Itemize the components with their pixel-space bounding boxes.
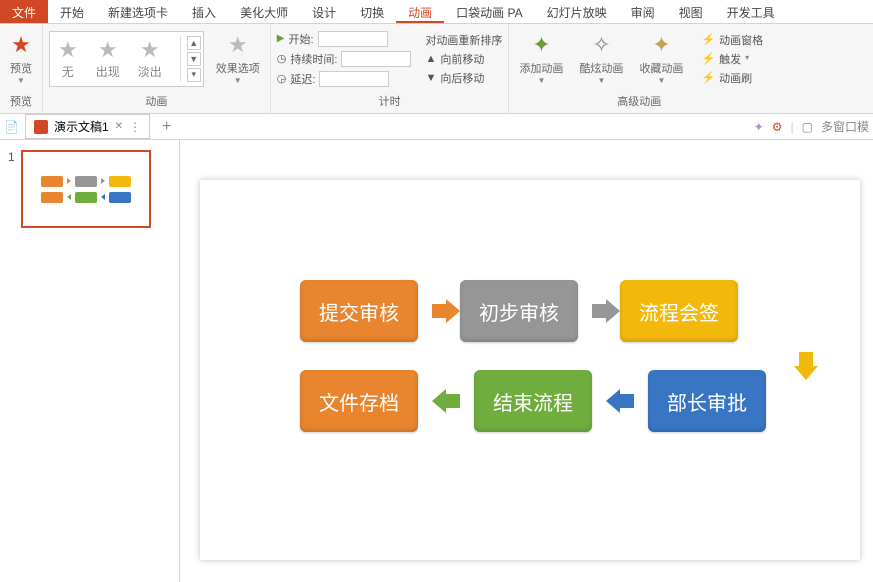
sparkle-icon: ✧ [592,32,610,58]
duration-input[interactable] [341,51,411,67]
arrow-left-icon [606,394,634,408]
slide[interactable]: 提交审核 初步审核 流程会签 文件存档 结束流程 部长审批 [200,180,860,560]
arrow-down-icon: ▼ [425,72,436,84]
slide-thumbnail[interactable] [21,150,151,228]
kebab-icon[interactable]: ⋮ [129,120,141,134]
tab-transition[interactable]: 切换 [348,0,396,23]
fav-animation-button[interactable]: ✦收藏动画▼ [635,30,687,87]
effect-options-button[interactable]: ★ 效果选项 ▼ [212,30,264,87]
star-icon: ★ [228,32,248,58]
animation-gallery[interactable]: ★无 ★出现 ★淡出 ▲▼▾ [49,31,204,87]
flowchart: 提交审核 初步审核 流程会签 文件存档 结束流程 部长审批 [300,280,766,450]
slides-panel[interactable]: 1 [0,140,180,582]
tab-animation[interactable]: 动画 [396,0,444,23]
group-animation-label: 动画 [49,91,264,113]
group-preview: ★ 预览 ▼ 预览 [0,24,43,113]
preview-label: 预览 [10,60,32,76]
tab-bar: 文件 开始 新建选项卡 插入 美化大师 设计 切换 动画 口袋动画 PA 幻灯片… [0,0,873,24]
ppt-icon [34,120,48,134]
anim-none[interactable]: ★无 [58,37,78,80]
group-animation: ★无 ★出现 ★淡出 ▲▼▾ ★ 效果选项 ▼ 动画 [43,24,271,113]
flow-box-prelim[interactable]: 初步审核 [460,280,578,342]
brush-icon: ⚡ [701,71,715,84]
chevron-down-icon: ▼ [17,76,25,85]
heart-icon: ✦ [652,32,670,58]
start-label: 开始: [288,31,313,47]
tab-file[interactable]: 文件 [0,0,48,23]
group-preview-label: 预览 [6,91,36,113]
tab-pocket[interactable]: 口袋动画 PA [444,0,534,23]
tab-review[interactable]: 审阅 [619,0,667,23]
group-timing: ▶开始: ◷持续时间: ◶延迟: 对动画重新排序 ▲向前移动 ▼向后移动 计时 [271,24,510,113]
flow-box-end[interactable]: 结束流程 [474,370,592,432]
animation-painter-button[interactable]: ⚡动画刷 [701,70,763,86]
ribbon: ★ 预览 ▼ 预览 ★无 ★出现 ★淡出 ▲▼▾ ★ 效果选项 ▼ 动画 [0,24,873,114]
start-select[interactable] [318,31,388,47]
duration-label: 持续时间: [290,51,337,67]
group-timing-label: 计时 [277,91,503,113]
wand-icon[interactable]: ✦ [754,120,764,134]
arrow-up-icon: ▲ [425,53,436,65]
cool-animation-button[interactable]: ✧酷炫动画▼ [575,30,627,87]
animation-pane-button[interactable]: ⚡动画窗格 [701,32,763,48]
tab-view[interactable]: 视图 [667,0,715,23]
app-icon: 📄 [4,120,19,134]
flow-box-submit[interactable]: 提交审核 [300,280,418,342]
tab-insert[interactable]: 插入 [180,0,228,23]
document-tab[interactable]: 演示文稿1 ✕ ⋮ [25,114,150,139]
delay-label: 延迟: [290,71,315,87]
reorder-title: 对动画重新排序 [425,32,502,48]
star-plus-icon: ✦ [532,32,550,58]
group-advanced-label: 高级动画 [515,91,763,113]
move-forward-button[interactable]: ▲向前移动 [425,51,502,67]
play-icon: ▶ [277,33,285,44]
gallery-scroll[interactable]: ▲▼▾ [180,36,201,82]
chevron-down-icon: ▼ [234,76,242,85]
canvas-area[interactable]: 提交审核 初步审核 流程会签 文件存档 结束流程 部长审批 [180,140,873,582]
arrow-down-icon [792,352,820,380]
flow-box-archive[interactable]: 文件存档 [300,370,418,432]
flow-box-countersign[interactable]: 流程会签 [620,280,738,342]
delay-input[interactable] [319,71,389,87]
flow-box-approve[interactable]: 部长审批 [648,370,766,432]
preview-button[interactable]: ★ 预览 ▼ [6,30,36,87]
multiwindow-label[interactable]: 多窗口模 [821,118,869,135]
tab-beautify[interactable]: 美化大师 [228,0,300,23]
add-animation-button[interactable]: ✦添加动画▼ [515,30,567,87]
move-backward-button[interactable]: ▼向后移动 [425,70,502,86]
workspace: 1 提交审核 初步审核 [0,140,873,582]
arrow-right-icon [592,304,606,318]
arrow-right-icon [432,304,446,318]
anim-appear[interactable]: ★出现 [96,37,120,80]
bolt-icon: ⚡ [701,52,715,65]
anim-fade[interactable]: ★淡出 [138,37,162,80]
document-bar: 📄 演示文稿1 ✕ ⋮ + ✦ ⚙ | ▢ 多窗口模 [0,114,873,140]
trigger-button[interactable]: ⚡触发▾ [701,51,763,67]
divider: | [791,120,794,134]
multiwindow-icon[interactable]: ▢ [802,120,813,134]
tab-devtools[interactable]: 开发工具 [715,0,787,23]
gear-icon[interactable]: ⚙ [772,120,783,134]
arrow-left-icon [432,394,460,408]
clock-icon: ◶ [277,72,287,85]
tab-home[interactable]: 开始 [48,0,96,23]
close-icon[interactable]: ✕ [115,121,123,132]
document-title: 演示文稿1 [54,118,109,135]
group-advanced: ✦添加动画▼ ✧酷炫动画▼ ✦收藏动画▼ ⚡动画窗格 ⚡触发▾ ⚡动画刷 高级动… [509,24,769,113]
bolt-icon: ⚡ [701,33,715,46]
new-tab-button[interactable]: + [156,118,177,136]
clock-icon: ◷ [277,52,287,65]
tab-design[interactable]: 设计 [300,0,348,23]
star-icon: ★ [11,32,31,58]
tab-newtab[interactable]: 新建选项卡 [96,0,180,23]
slide-number: 1 [8,150,15,228]
tab-slideshow[interactable]: 幻灯片放映 [535,0,619,23]
effect-options-label: 效果选项 [216,60,260,76]
